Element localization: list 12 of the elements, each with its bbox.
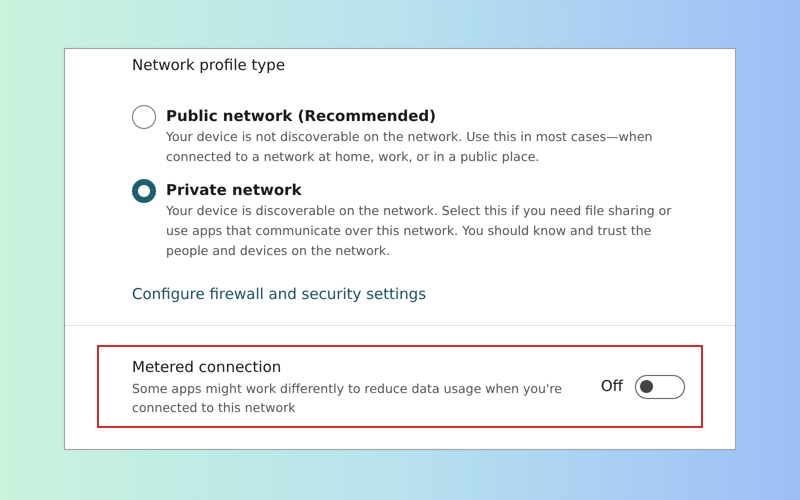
- setting-description: Some apps might work differently to reduce data usage when you're connected to this network: [132, 380, 562, 417]
- radio-button[interactable]: [132, 104, 156, 128]
- option-label: Public network (Recommended): [166, 106, 437, 126]
- toggle-state-label: Off: [600, 376, 623, 398]
- setting-title: Metered connection: [132, 357, 282, 378]
- option-description: Your device is not discoverable on the network. Use this in most cases—when connected to a network at home, work, or in a public place.: [166, 128, 654, 166]
- option-label: Private network: [166, 180, 303, 200]
- option-description: Your device is discoverable on the network. Select this if you need file sharing or use apps that communicate over this network. You should know and trust the people and devices on the network.: [166, 202, 672, 260]
- radio-button[interactable]: [132, 178, 156, 202]
- toggle-switch[interactable]: [635, 374, 685, 398]
- section-title: Network profile type: [132, 55, 286, 76]
- firewall-settings-link[interactable]: Configure firewall and security settings: [132, 282, 426, 305]
